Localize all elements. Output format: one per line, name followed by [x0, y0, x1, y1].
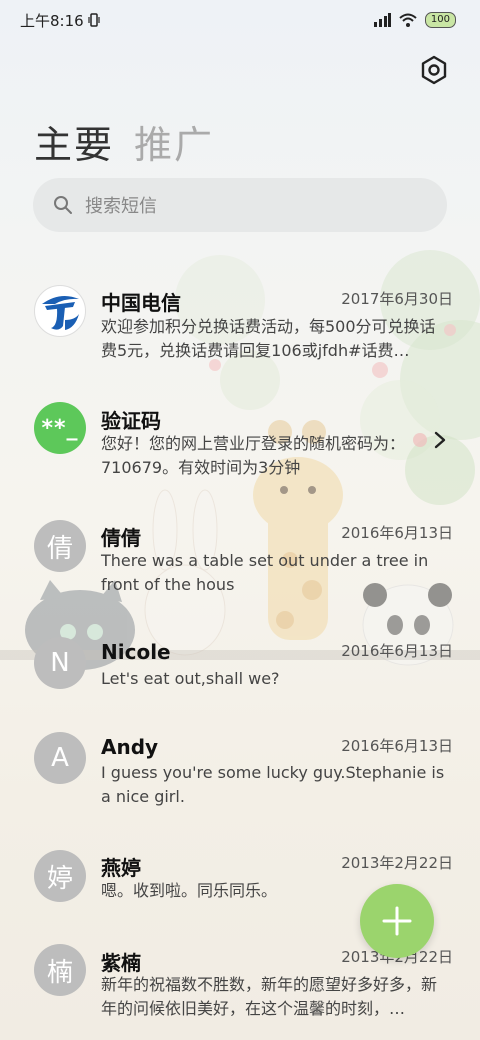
avatar-text: 楠 — [46, 957, 73, 988]
chevron-right-icon — [434, 431, 446, 449]
avatar-text: A — [51, 743, 69, 773]
avatar: 婷 — [34, 850, 86, 902]
message-preview: 欢迎参加积分兑换话费活动，每500分可兑换话费5元，兑换话费请回复106或jfd… — [101, 317, 436, 360]
message-list: 中国电信 2017年6月30日 欢迎参加积分兑换话费活动，每500分可兑换话费5… — [0, 0, 480, 1040]
message-date: 2016年6月13日 — [341, 642, 453, 660]
contact-name: Nicole — [101, 640, 171, 664]
contact-name: 倩倩 — [101, 526, 141, 550]
message-preview: There was a table set out under a tree i… — [101, 551, 429, 594]
message-date: 2016年6月13日 — [341, 737, 453, 755]
avatar: 楠 — [34, 944, 86, 996]
new-message-button[interactable] — [360, 884, 434, 958]
contact-name: 中国电信 — [101, 291, 181, 315]
plus-icon — [382, 906, 412, 936]
avatar: A — [34, 732, 86, 784]
avatar-text: 婷 — [46, 863, 73, 894]
message-preview: Let's eat out,shall we? — [101, 669, 280, 688]
message-date: 2013年2月22日 — [341, 854, 453, 872]
message-preview: 您好！您的网上营业厅登录的随机密码为：710679。有效时间为3分钟 — [101, 434, 406, 477]
avatar: 倩 — [34, 520, 86, 572]
avatar: **_ — [34, 402, 86, 454]
avatar: N — [34, 637, 86, 689]
message-date: 2017年6月30日 — [341, 290, 453, 308]
message-preview: 新年的祝福数不胜数，新年的愿望好多好多，新年的问候依旧美好，在这个温馨的时刻，… — [101, 975, 438, 1018]
avatar-text: **_ — [41, 415, 79, 441]
avatar — [34, 285, 86, 337]
message-date: 2016年6月13日 — [341, 524, 453, 542]
avatar-text: 倩 — [46, 533, 73, 564]
avatar-text: N — [50, 648, 70, 678]
contact-name: 验证码 — [101, 409, 161, 433]
contact-name: 紫楠 — [101, 951, 141, 975]
message-preview: I guess you're some lucky guy.Stephanie … — [101, 763, 445, 806]
contact-name: 燕婷 — [101, 856, 141, 880]
contact-name: Andy — [101, 735, 159, 759]
china-telecom-logo-icon — [36, 287, 84, 335]
